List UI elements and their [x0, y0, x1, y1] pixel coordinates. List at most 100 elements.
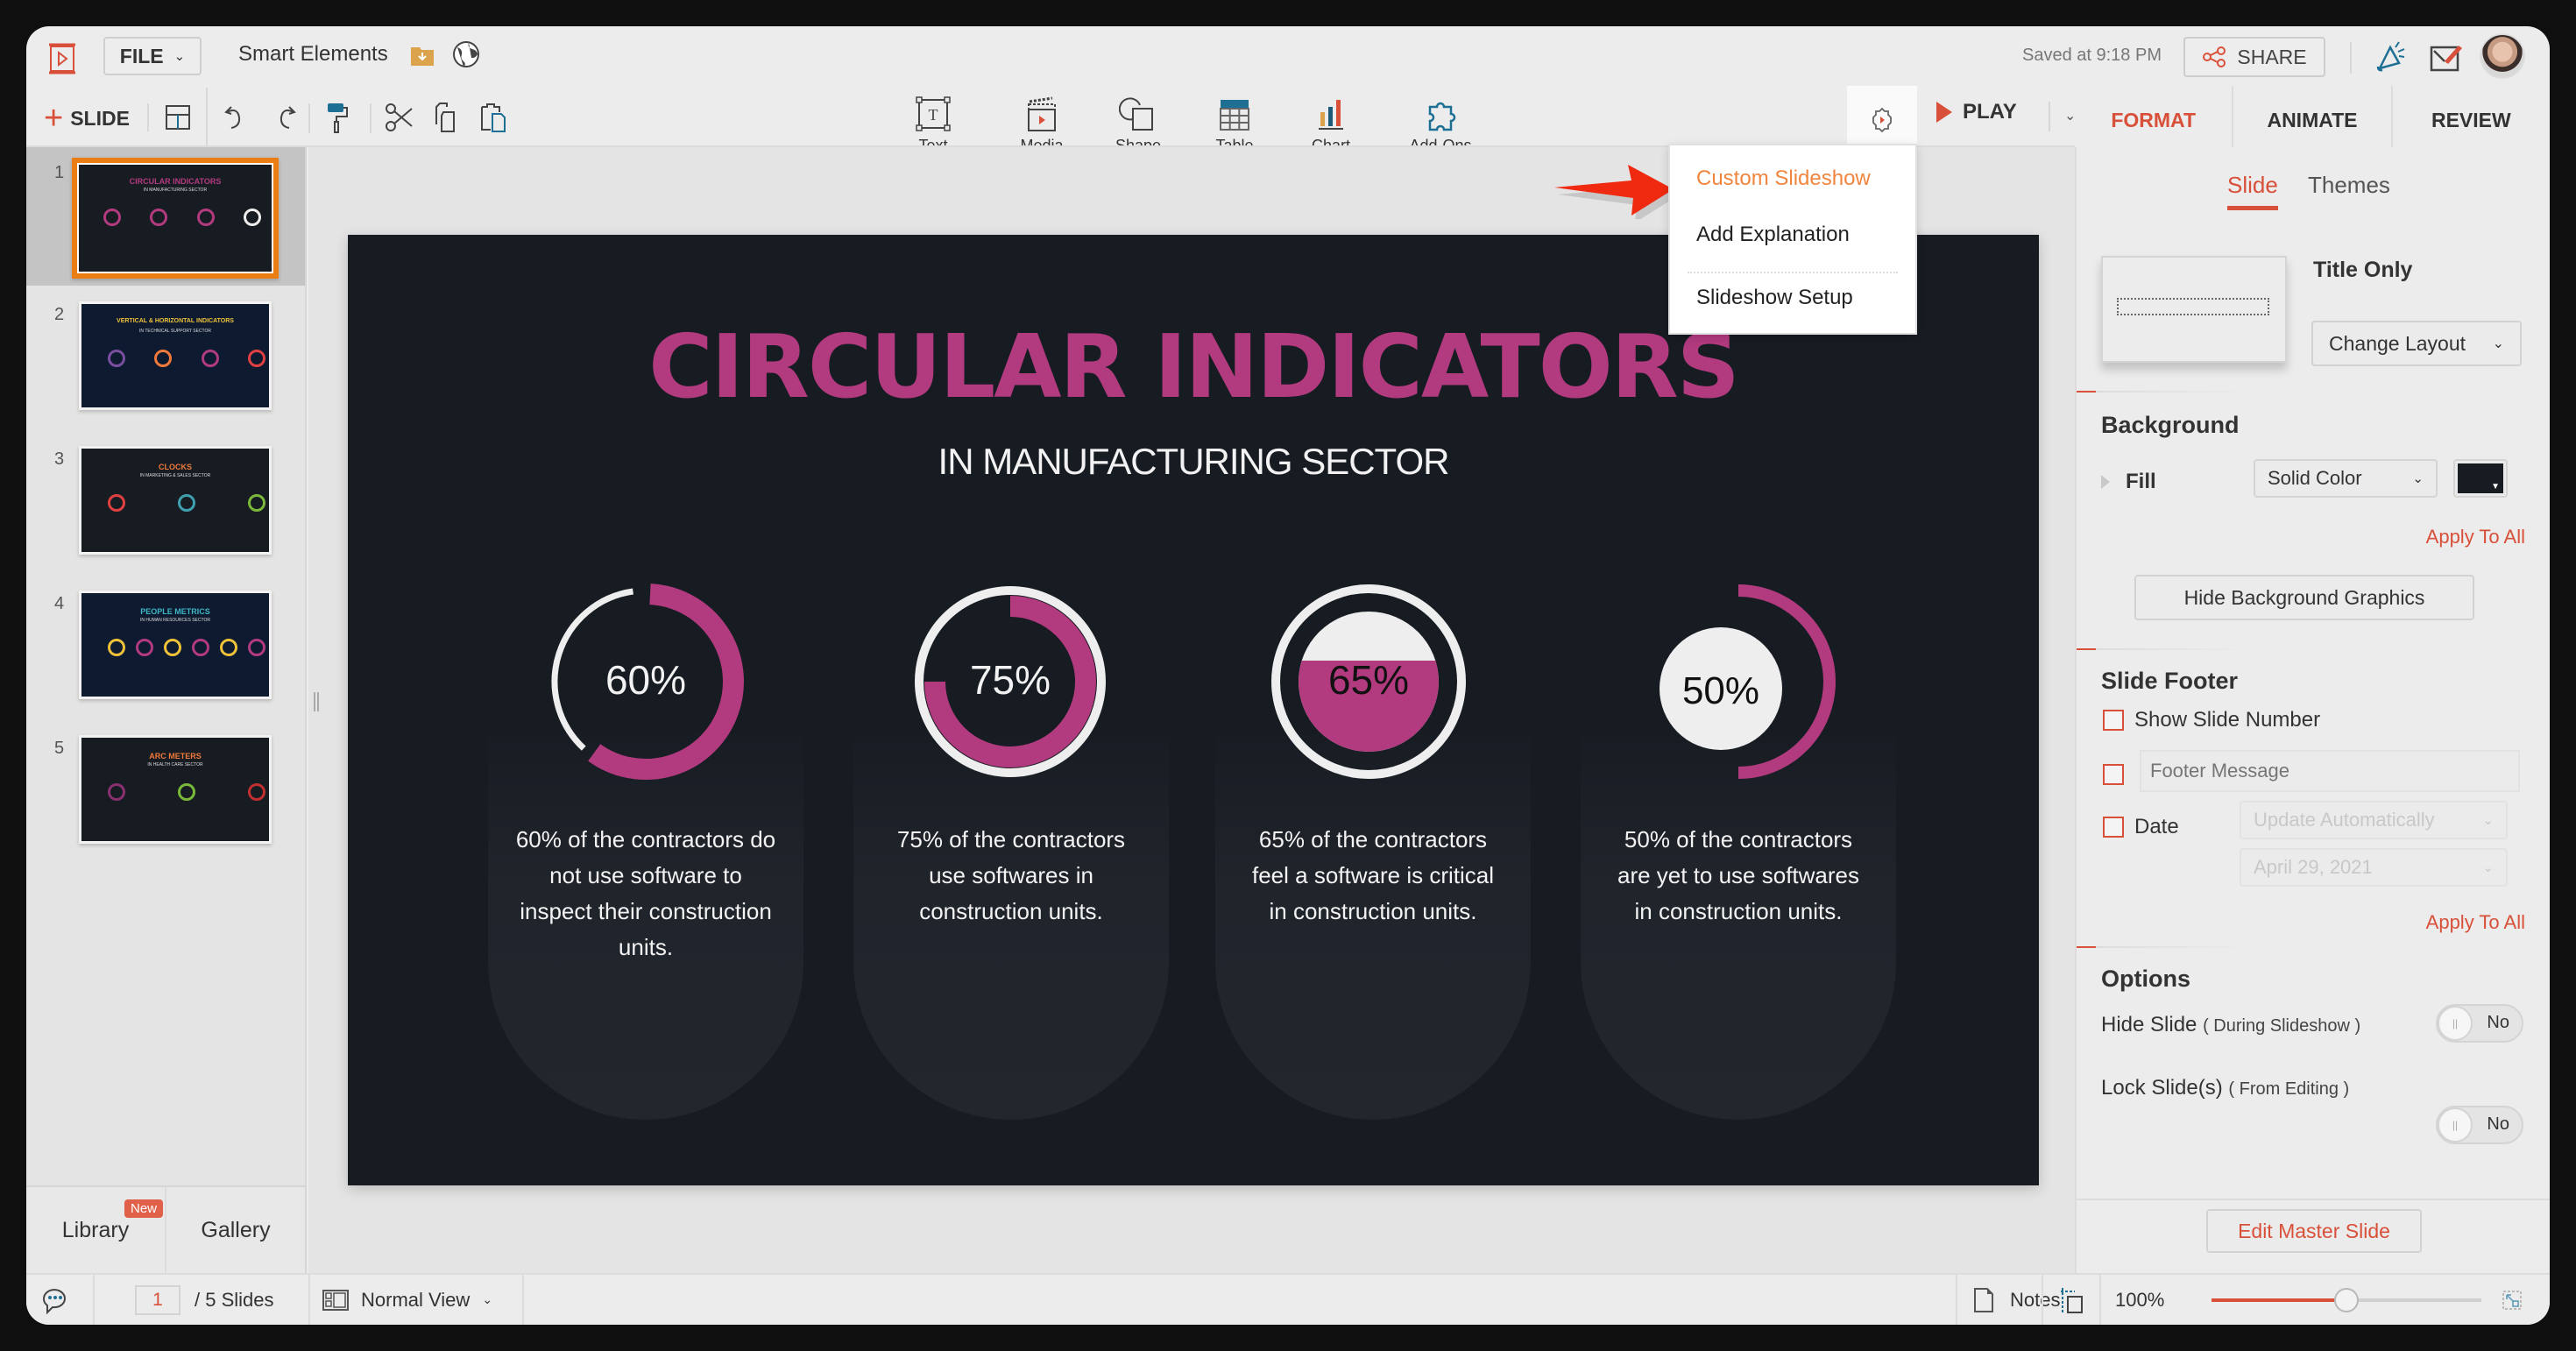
fill-type-select[interactable]: Solid Color ⌄ — [2254, 459, 2438, 498]
apply-to-all-background-link[interactable]: Apply To All — [2426, 526, 2525, 548]
copy-icon[interactable] — [429, 100, 464, 135]
zoom-slider-handle[interactable] — [2334, 1288, 2359, 1312]
current-page-input[interactable] — [135, 1284, 180, 1315]
feedback-icon[interactable] — [2429, 40, 2464, 74]
date-mode-select[interactable]: Update Automatically ⌄ — [2240, 801, 2508, 839]
slide-canvas[interactable]: CIRCULAR INDICATORS IN MANUFACTURING SEC… — [348, 235, 2039, 1185]
share-button[interactable]: SHARE — [2183, 37, 2325, 77]
indicator-card[interactable]: 60% of the contractors do not use softwa… — [488, 734, 803, 1120]
thumbnail-graphic — [220, 639, 237, 656]
library-tab[interactable]: Library New — [26, 1187, 165, 1273]
format-painter-icon[interactable] — [321, 100, 356, 135]
slide-thumbnail-row[interactable]: 3 CLOCKS IN MARKETING & SALES SECTOR — [26, 434, 305, 569]
indicator-gauge-65[interactable]: 65% — [1263, 576, 1474, 787]
menu-item-custom-slideshow[interactable]: Custom Slideshow — [1696, 166, 1871, 191]
edit-master-slide-button[interactable]: Edit Master Slide — [2206, 1209, 2422, 1253]
indicator-gauge-75[interactable]: 75% — [905, 576, 1115, 787]
undo-icon[interactable] — [219, 100, 254, 135]
thumbnail-graphic — [136, 639, 153, 656]
slide-thumbnail-row[interactable]: 4 PEOPLE METRICS IN HUMAN RESOURCES SECTOR — [26, 578, 305, 714]
fill-color-picker[interactable]: ▼ — [2453, 459, 2508, 498]
app-logo-icon[interactable] — [46, 42, 79, 75]
tab-animate[interactable]: ANIMATE — [2232, 86, 2390, 154]
indicator-card[interactable]: 75% of the contractors use softwares in … — [853, 734, 1169, 1120]
add-slide-button[interactable]: + SLIDE — [44, 102, 130, 135]
thumbnail-graphic — [178, 494, 195, 512]
subtab-themes[interactable]: Themes — [2308, 172, 2390, 199]
apply-to-all-footer-link[interactable]: Apply To All — [2426, 911, 2525, 934]
footer-message-checkbox[interactable] — [2103, 764, 2124, 785]
thumbnail-graphic — [108, 639, 125, 656]
tab-format[interactable]: FORMAT — [2075, 86, 2232, 154]
indicator-card[interactable]: 50% of the contractors are yet to use so… — [1581, 734, 1896, 1120]
user-avatar[interactable] — [2480, 33, 2525, 79]
fill-expand-icon[interactable] — [2101, 475, 2110, 489]
paste-icon[interactable] — [477, 100, 512, 135]
thumbnail-graphic — [248, 494, 265, 512]
hide-slide-note: ( During Slideshow ) — [2203, 1016, 2361, 1036]
globe-icon[interactable] — [452, 40, 480, 68]
footer-message-input[interactable] — [2140, 750, 2520, 792]
slide-thumbnail-row[interactable]: 1 CIRCULAR INDICATORS IN MANUFACTURING SEC… — [26, 147, 305, 286]
play-button[interactable]: PLAY — [1936, 100, 2017, 124]
file-menu-button[interactable]: FILE ⌄ — [103, 37, 202, 75]
lock-slide-toggle[interactable]: || No — [2436, 1106, 2523, 1144]
slide-thumbnail-row[interactable]: 2 VERTICAL & HORIZONTAL INDICATORS IN TECH… — [26, 289, 305, 425]
indicator-card[interactable]: 65% of the contractors feel a software i… — [1215, 734, 1531, 1120]
menu-divider — [1688, 272, 1898, 273]
view-mode-dropdown[interactable]: Normal View ⌄ — [322, 1275, 492, 1325]
layout-name: Title Only — [2313, 258, 2413, 282]
gallery-tab[interactable]: Gallery — [165, 1187, 305, 1273]
show-slide-number-checkbox[interactable] — [2103, 710, 2124, 731]
thumbnail-graphic — [108, 350, 125, 367]
slide-number: 4 — [54, 594, 65, 613]
folder-icon[interactable] — [410, 44, 435, 67]
tab-review[interactable]: REVIEW — [2390, 86, 2550, 154]
toggle-knob: || — [2438, 1107, 2473, 1142]
thumbnail-graphic — [108, 783, 125, 801]
slide-thumbnail[interactable]: VERTICAL & HORIZONTAL INDICATORS IN TECHN… — [79, 301, 272, 410]
page-indicator: / 5 Slides — [135, 1275, 274, 1325]
slide-thumbnail-row[interactable]: 5 ARC METERS IN HEALTH CARE SECTOR — [26, 723, 305, 859]
slide-thumbnail[interactable]: ARC METERS IN HEALTH CARE SECTOR — [79, 735, 272, 844]
zoom-slider[interactable] — [2212, 1288, 2481, 1312]
slide-subtitle[interactable]: IN MANUFACTURING SECTOR — [348, 441, 2039, 483]
indicator-gauge-50[interactable]: 50% — [1633, 576, 1844, 787]
hide-background-graphics-button[interactable]: Hide Background Graphics — [2134, 575, 2474, 620]
cut-icon[interactable] — [382, 100, 417, 135]
library-label: Library — [61, 1217, 130, 1242]
fit-slide-icon[interactable] — [2059, 1275, 2085, 1325]
layout-icon[interactable] — [161, 100, 196, 135]
slide-thumbnail[interactable]: CIRCULAR INDICATORS IN MANUFACTURING SECT… — [72, 158, 279, 279]
toolbar-divider — [370, 103, 372, 133]
notes-button[interactable]: Notes — [1973, 1275, 2060, 1325]
fullscreen-icon[interactable] — [2502, 1275, 2522, 1325]
document-title[interactable]: Smart Elements — [238, 42, 388, 67]
header-divider — [2350, 42, 2352, 74]
section-divider — [2077, 946, 2252, 948]
hide-slide-toggle[interactable]: || No — [2436, 1004, 2523, 1043]
change-layout-dropdown[interactable]: Change Layout ⌄ — [2311, 321, 2522, 366]
date-checkbox[interactable] — [2103, 817, 2124, 838]
slide-footer-heading: Slide Footer — [2101, 668, 2239, 694]
chat-icon[interactable] — [40, 1275, 72, 1325]
menu-item-add-explanation[interactable]: Add Explanation — [1696, 223, 1850, 247]
redo-icon[interactable] — [266, 100, 301, 135]
thumbnail-graphic — [248, 639, 265, 656]
slide-thumbnail[interactable]: CLOCKS IN MARKETING & SALES SECTOR — [79, 446, 272, 555]
slide-thumbnail[interactable]: PEOPLE METRICS IN HUMAN RESOURCES SECTOR — [79, 591, 272, 699]
toolbar-divider — [308, 103, 310, 133]
status-divider — [2099, 1275, 2101, 1325]
plus-icon: + — [44, 100, 64, 137]
date-mode-value: Update Automatically — [2254, 809, 2435, 831]
subtab-slide[interactable]: Slide — [2227, 172, 2278, 210]
indicator-gauge-60[interactable]: 60% — [541, 576, 751, 787]
date-value-select[interactable]: April 29, 2021 ⌄ — [2240, 848, 2508, 887]
menu-item-slideshow-setup[interactable]: Slideshow Setup — [1696, 286, 1853, 310]
thumbnail-graphic — [248, 350, 265, 367]
play-icon — [1936, 102, 1952, 123]
announcement-icon[interactable] — [2373, 39, 2408, 74]
panel-resize-handle[interactable] — [314, 692, 319, 711]
gear-icon — [1872, 107, 1892, 133]
thumbnail-graphic — [244, 209, 261, 226]
